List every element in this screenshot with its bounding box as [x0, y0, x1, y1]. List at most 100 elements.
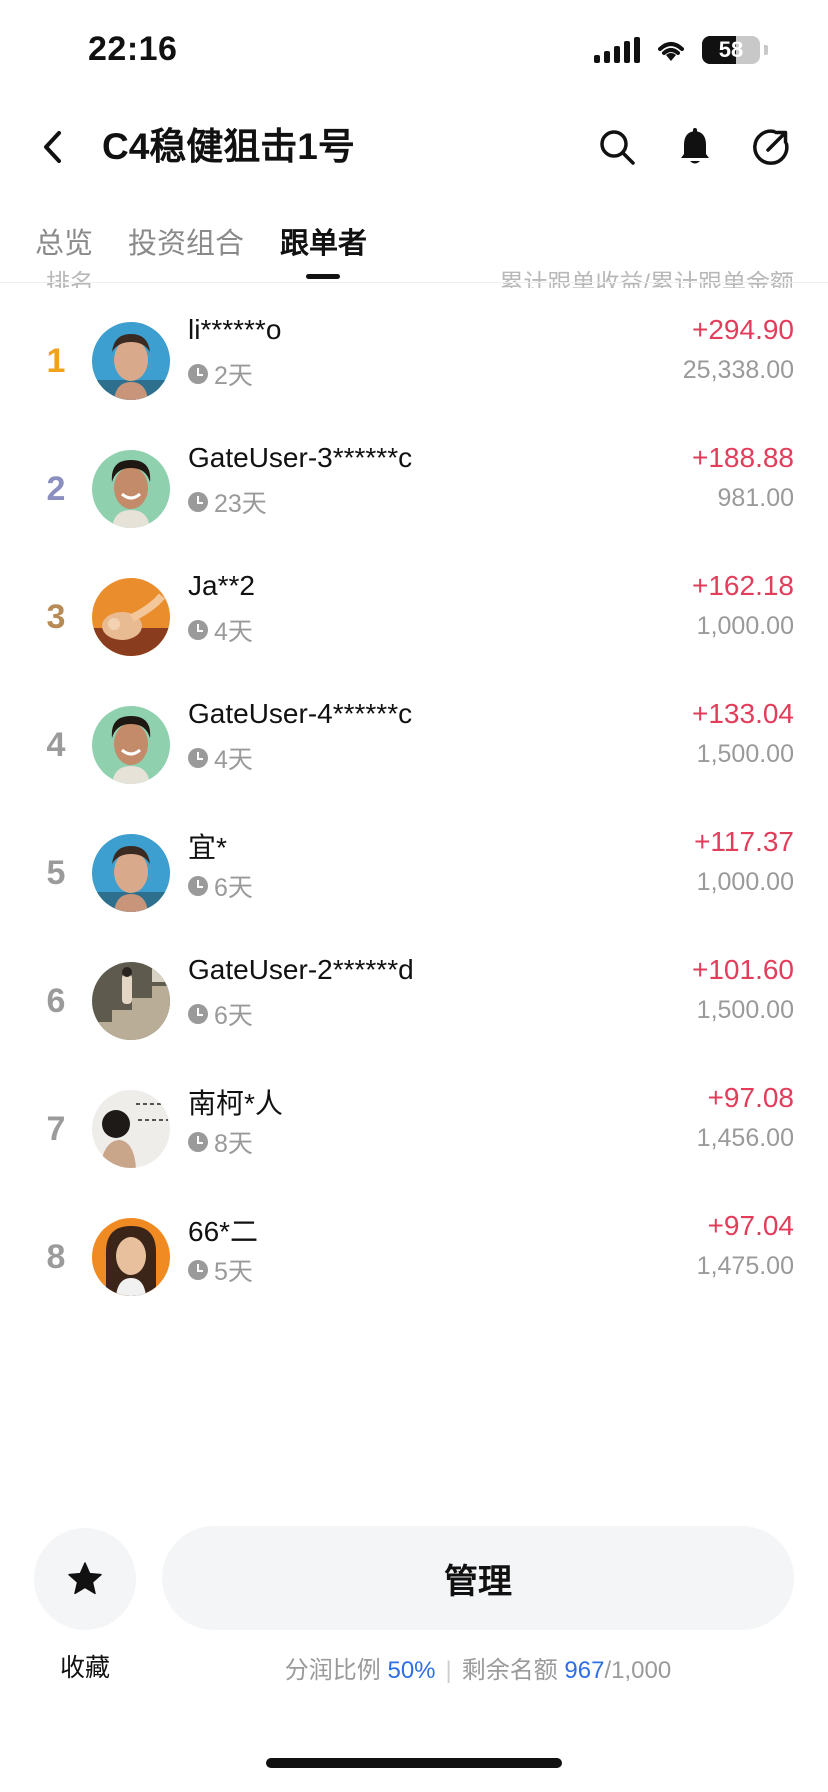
column-header-profit: 累计跟单收益/累计跟单金额: [499, 270, 794, 288]
follow-duration: 6天: [188, 868, 253, 904]
clock-icon: [188, 1004, 208, 1024]
follower-row[interactable]: 8 66*二 5天 +97.04 1,475.00: [0, 1196, 828, 1342]
follow-duration: 4天: [188, 612, 253, 648]
notification-button[interactable]: [670, 120, 720, 174]
signal-icon: [594, 37, 640, 63]
cumulative-amount: 1,500.00: [696, 740, 794, 768]
star-icon: [68, 1562, 102, 1595]
cumulative-profit: +101.60: [692, 954, 794, 985]
tab-portfolio[interactable]: 投资组合: [128, 220, 244, 262]
status-time: 22:16: [88, 30, 178, 68]
rank-number: 6: [46, 982, 66, 1020]
rank-number: 7: [46, 1110, 66, 1148]
avatar: [92, 1090, 170, 1168]
follower-name: 南柯*人: [188, 1088, 283, 1119]
info-separator: |: [445, 1657, 452, 1684]
follower-row[interactable]: 2 GateUser-3******c 23天 +188.88 981.00: [0, 428, 828, 574]
follow-duration: 6天: [188, 996, 253, 1032]
follow-duration: 2天: [188, 356, 253, 392]
back-button[interactable]: [30, 122, 74, 172]
follow-days: 23天: [214, 490, 267, 518]
follow-days: 4天: [214, 618, 253, 646]
cumulative-profit: +97.08: [707, 1082, 794, 1113]
avatar: [92, 322, 170, 400]
follower-name: li******o: [188, 314, 282, 345]
rank-number: 8: [46, 1238, 66, 1276]
follow-days: 4天: [214, 746, 253, 774]
rank-number: 1: [46, 342, 66, 380]
follower-name: GateUser-4******c: [188, 698, 413, 729]
avatar: [92, 578, 170, 656]
bell-icon: [681, 128, 709, 164]
clock-icon: [188, 1132, 208, 1152]
follower-name: 宜*: [188, 832, 227, 863]
share-button[interactable]: [746, 120, 796, 174]
favorite-button[interactable]: [34, 1528, 136, 1630]
follow-duration: 5天: [188, 1252, 253, 1288]
cumulative-profit: +97.04: [707, 1210, 794, 1241]
copy-info: 分润比例 50% | 剩余名额 967/1,000: [162, 1650, 794, 1685]
manage-button[interactable]: 管理: [162, 1526, 794, 1630]
wifi-icon: [658, 42, 684, 61]
follower-name: GateUser-3******c: [188, 442, 413, 473]
follow-days: 6天: [214, 874, 253, 902]
follower-row[interactable]: 7 南柯*人 8天 +97.08 1,456.00: [0, 1068, 828, 1214]
remaining-slots-value: 967: [564, 1657, 605, 1684]
active-tab-indicator: [306, 274, 340, 279]
column-header-rank: 排名: [46, 270, 94, 288]
tab-followers[interactable]: 跟单者: [280, 220, 367, 262]
rank-number: 5: [46, 854, 66, 892]
follower-row[interactable]: 5 宜* 6天 +117.37 1,000.00: [0, 812, 828, 958]
clock-icon: [188, 748, 208, 768]
cumulative-amount: 1,456.00: [696, 1124, 794, 1152]
avatar: [92, 706, 170, 784]
share-icon: [753, 129, 789, 165]
avatar: [92, 450, 170, 528]
clock-icon: [188, 876, 208, 896]
profit-share-value: 50%: [387, 1657, 436, 1684]
follower-row[interactable]: 6 GateUser-2******d 6天 +101.60 1,500.00: [0, 940, 828, 1086]
follow-duration: 8天: [188, 1124, 253, 1160]
status-icons: 58: [594, 36, 768, 64]
avatar: [92, 962, 170, 1040]
follower-row[interactable]: 3 Ja**2 4天 +162.18 1,000.00: [0, 556, 828, 702]
follow-days: 8天: [214, 1130, 253, 1158]
rank-number: 2: [46, 470, 66, 508]
clock-icon: [188, 364, 208, 384]
cumulative-profit: +117.37: [694, 826, 794, 857]
cumulative-amount: 1,000.00: [696, 868, 794, 896]
rank-number: 3: [46, 598, 66, 636]
follower-row[interactable]: 4 GateUser-4******c 4天 +133.04 1,500.00: [0, 684, 828, 830]
cumulative-amount: 1,500.00: [696, 996, 794, 1024]
tab-divider: [0, 282, 828, 283]
follower-name: GateUser-2******d: [188, 954, 414, 985]
header: C4稳健狙击1号: [0, 112, 828, 184]
clock-icon: [188, 620, 208, 640]
follow-days: 6天: [214, 1002, 253, 1030]
battery-icon: 58: [702, 36, 760, 64]
search-icon: [600, 130, 635, 165]
follower-name: 66*二: [188, 1216, 259, 1247]
page-title: C4稳健狙击1号: [102, 126, 355, 167]
search-button[interactable]: [592, 120, 642, 174]
follower-row[interactable]: 1 li******o 2天 +294.90 25,338.00: [0, 300, 828, 446]
tab-overview[interactable]: 总览: [35, 220, 93, 262]
remaining-slots-label: 剩余名额: [461, 1657, 558, 1684]
favorite-label: 收藏: [59, 1654, 110, 1682]
cumulative-amount: 981.00: [717, 484, 794, 512]
cumulative-profit: +188.88: [692, 442, 794, 473]
follow-duration: 23天: [188, 484, 267, 520]
chevron-left-icon: [44, 131, 61, 163]
profit-share-label: 分润比例: [284, 1657, 381, 1684]
clock-icon: [188, 492, 208, 512]
cumulative-profit: +133.04: [692, 698, 794, 729]
clock-icon: [188, 1260, 208, 1280]
cumulative-profit: +294.90: [692, 314, 794, 345]
rank-number: 4: [46, 726, 66, 764]
follower-name: Ja**2: [188, 570, 255, 601]
cumulative-amount: 1,000.00: [696, 612, 794, 640]
follow-duration: 4天: [188, 740, 253, 776]
home-indicator: [266, 1758, 562, 1768]
cumulative-amount: 1,475.00: [696, 1252, 794, 1280]
cumulative-profit: +162.18: [692, 570, 794, 601]
